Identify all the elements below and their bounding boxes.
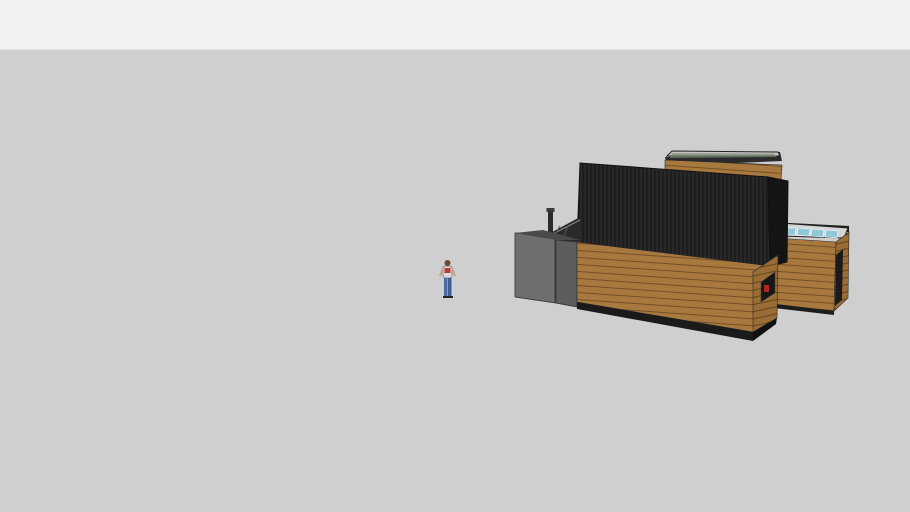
- scale-figure[interactable]: [439, 260, 456, 298]
- modular-building[interactable]: [514, 150, 850, 341]
- 3d-model-viewport[interactable]: [0, 50, 910, 512]
- grey-module[interactable]: [514, 230, 580, 308]
- model-scene[interactable]: [0, 50, 910, 512]
- top-toolbar: [0, 0, 910, 50]
- vent-pipe: [546, 208, 555, 233]
